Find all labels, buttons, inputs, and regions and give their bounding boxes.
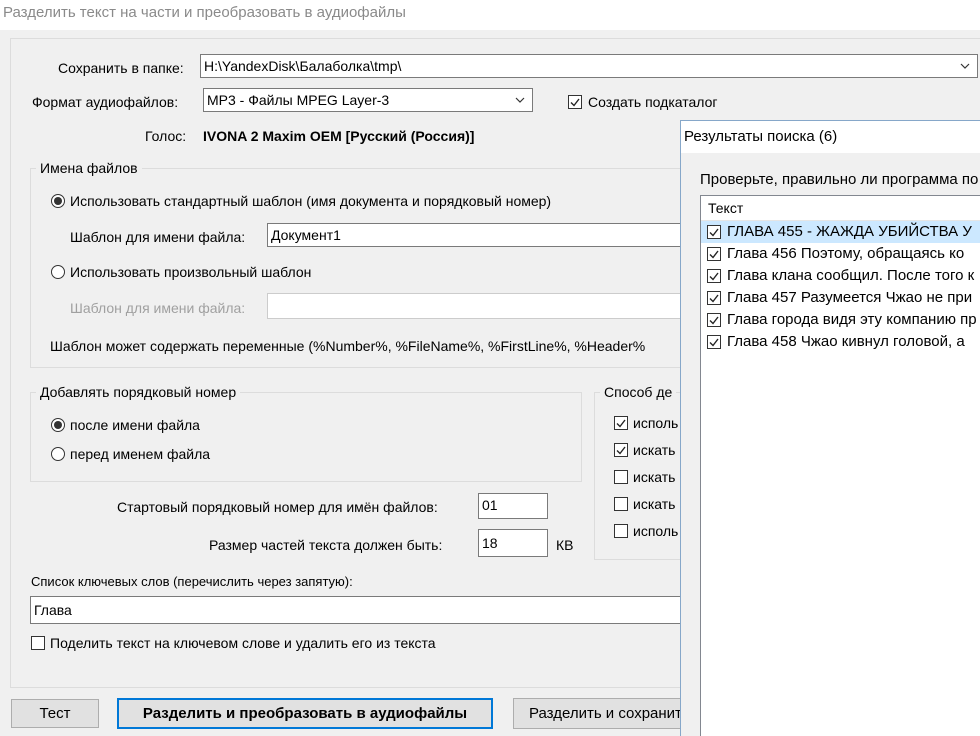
result-row-text: Глава 457 Разумеется Чжао не при [727,289,973,306]
standard-template-radio[interactable] [51,194,65,208]
voice-value: IVONA 2 Maxim OEM [Русский (Россия)] [203,128,475,144]
split-method-label: исполь [633,523,679,539]
result-row-text: Глава клана сообщил. После того к [727,267,975,284]
audio-format-label: Формат аудиофайлов: [32,94,179,110]
test-button[interactable]: Тест [11,699,99,728]
column-header-text[interactable]: Текст [701,196,980,221]
split-on-keyword-checkbox[interactable] [31,636,45,650]
result-row-text: Глава 458 Чжао кивнул головой, а [727,333,965,350]
create-subfolder-label: Создать подкаталог [588,94,718,110]
split-method-checkbox[interactable] [614,470,628,484]
start-number-input[interactable]: 01 [478,493,548,519]
filenames-group-title: Имена файлов [36,160,142,176]
result-row[interactable]: Глава 458 Чжао кивнул головой, а [701,331,980,353]
before-filename-radio[interactable] [51,447,65,461]
custom-template-field-label: Шаблон для имени файла: [70,300,246,316]
checkmark-icon [709,250,719,259]
custom-template-label: Использовать произвольный шаблон [70,264,312,280]
result-row-text: ГЛАВА 455 - ЖАЖДА УБИЙСТВА У [727,223,972,240]
part-size-input[interactable]: 18 [478,529,548,557]
split-convert-button[interactable]: Разделить и преобразовать в аудиофайлы [117,698,493,729]
standard-template-label: Использовать стандартный шаблон (имя док… [70,193,552,209]
result-row-checkbox[interactable] [707,225,721,239]
split-method-label: искать [633,496,676,512]
custom-template-input[interactable] [267,293,687,319]
start-number-label: Стартовый порядковый номер для имён файл… [117,499,438,515]
split-method-checkbox[interactable] [614,497,628,511]
save-folder-value: H:\YandexDisk\Балаболка\tmp\ [204,58,402,74]
after-filename-radio[interactable] [51,418,65,432]
numbering-group-title: Добавлять порядковый номер [36,384,241,400]
audio-format-value: MP3 - Файлы MPEG Layer-3 [207,92,390,108]
checkmark-icon [616,419,626,428]
template-label: Шаблон для имени файла: [70,229,246,245]
result-row-checkbox[interactable] [707,313,721,327]
chevron-down-icon[interactable] [959,55,971,77]
before-filename-label: перед именем файла [70,446,211,462]
split-method-group-title: Способ де [600,384,677,400]
create-subfolder-checkbox[interactable] [568,95,582,109]
result-row[interactable]: Глава 457 Разумеется Чжао не при [701,287,980,309]
checkmark-icon [616,446,626,455]
window-title: Разделить текст на части и преобразовать… [0,0,980,30]
split-method-label: искать [633,442,676,458]
checkmark-icon [709,228,719,237]
result-row[interactable]: Глава города видя эту компанию пр [701,309,980,331]
checkmark-icon [570,98,580,107]
checkmark-icon [709,338,719,347]
results-title: Результаты поиска (6) [681,121,980,153]
result-row-text: Глава города видя эту компанию пр [727,311,977,328]
part-size-label: Размер частей текста должен быть: [209,537,443,553]
result-row-checkbox[interactable] [707,247,721,261]
voice-label: Голос: [145,128,187,144]
result-row[interactable]: Глава клана сообщил. После того к [701,265,980,287]
custom-template-radio[interactable] [51,265,65,279]
save-folder-label: Сохранить в папке: [58,60,184,76]
result-row-text: Глава 456 Поэтому, обращаясь ко [727,245,965,262]
split-method-checkbox[interactable] [614,524,628,538]
split-on-keyword-label: Поделить текст на ключевом слове и удали… [50,635,436,651]
numbering-group [30,392,582,482]
results-list[interactable]: Текст ГЛАВА 455 - ЖАЖДА УБИЙСТВА У Глава … [700,195,980,736]
result-row-checkbox[interactable] [707,335,721,349]
result-row[interactable]: Глава 456 Поэтому, обращаясь ко [701,243,980,265]
part-size-unit: КВ [556,537,574,553]
result-row[interactable]: ГЛАВА 455 - ЖАЖДА УБИЙСТВА У [701,221,980,243]
split-method-checkbox[interactable] [614,443,628,457]
keywords-input[interactable]: Глава [30,596,710,624]
template-hint: Шаблон может содержать переменные (%Numb… [50,338,646,354]
split-method-checkbox[interactable] [614,416,628,430]
split-method-label: искать [633,469,676,485]
checkmark-icon [709,272,719,281]
after-filename-label: после имени файла [70,417,200,433]
template-input[interactable]: Документ1 [267,223,687,247]
chevron-down-icon[interactable] [514,89,526,111]
result-row-checkbox[interactable] [707,269,721,283]
keywords-label: Список ключевых слов (перечислить через … [31,574,353,589]
result-row-checkbox[interactable] [707,291,721,305]
search-results-window[interactable]: Результаты поиска (6) Проверьте, правиль… [680,120,980,736]
results-description: Проверьте, правильно ли программа по [700,171,979,188]
checkmark-icon [709,294,719,303]
audio-format-select[interactable]: MP3 - Файлы MPEG Layer-3 [203,88,533,112]
save-folder-combo[interactable]: H:\YandexDisk\Балаболка\tmp\ [200,54,978,78]
checkmark-icon [709,316,719,325]
split-method-label: исполь [633,415,679,431]
